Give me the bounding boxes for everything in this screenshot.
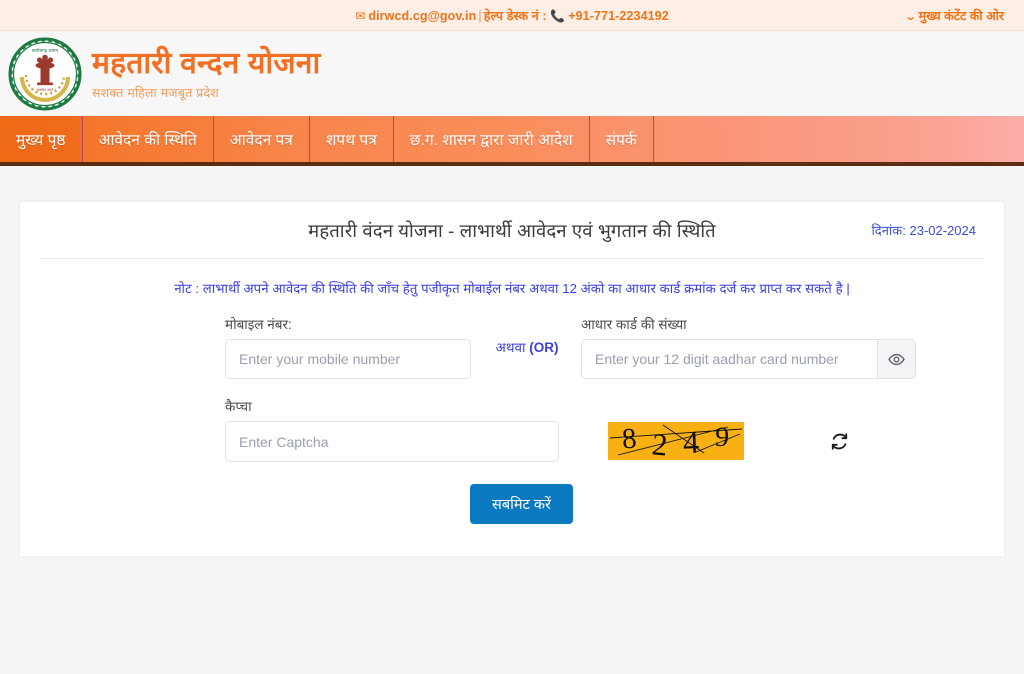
aadhar-field-group: आधार कार्ड की संख्या [581, 315, 916, 379]
nav-item-home[interactable]: मुख्य पृष्ठ [0, 116, 83, 162]
refresh-icon[interactable] [830, 432, 849, 451]
aadhar-number-input[interactable] [581, 339, 877, 379]
form-row-identity: मोबाइल नंबर: अथवा (OR) आधार कार्ड की संख… [225, 315, 976, 379]
contact-info: ✉ dirwcd.cg@gov.in | हेल्प डेस्क नं : 📞 +91-… [0, 7, 1024, 24]
nav-label: संपर्क [605, 132, 637, 149]
captcha-image: 8 2 4 9 [608, 422, 744, 460]
nav-label: आवेदन पत्र [229, 132, 293, 149]
mobile-number-input[interactable] [225, 339, 471, 379]
aadhar-input-group [581, 339, 916, 379]
chevron-down-icon: ⌄ [904, 10, 918, 23]
nav-item-application-status[interactable]: आवेदन की स्थिति [83, 116, 214, 162]
or-separator: अथवा (OR) [473, 315, 581, 357]
phone-icon: 📞 [550, 8, 566, 23]
nav-label: आवेदन की स्थिति [98, 132, 197, 149]
site-tagline: सशक्त महिला मजबूत प्रदेश [92, 85, 219, 100]
captcha-field-group: कैप्चा [225, 397, 561, 462]
instruction-note: नोट : लाभार्थी अपने आवेदन की स्थिति की ज… [174, 281, 850, 296]
status-lookup-form: मोबाइल नंबर: अथवा (OR) आधार कार्ड की संख… [48, 301, 976, 524]
svg-text:छत्तीसगढ़ शासन: छत्तीसगढ़ शासन [32, 48, 59, 54]
nav-filler [654, 116, 1024, 162]
card-header: महतारी वंदन योजना - लाभार्थी आवेदन एवं भ… [48, 202, 976, 258]
brand-block: महतारी वन्दन योजना सशक्त महिला मजबूत प्र… [92, 47, 320, 101]
aadhar-number-label: आधार कार्ड की संख्या [581, 317, 687, 332]
site-masthead: छत्तीसगढ़ शासन सत्यमेव जयते महतारी वन्दन… [0, 31, 1024, 116]
nav-item-affidavit[interactable]: शपथ पत्र [310, 116, 394, 162]
helpdesk-label: हेल्प डेस्क नं : [483, 8, 547, 23]
page-body: महतारी वंदन योजना - लाभार्थी आवेदन एवं भ… [0, 166, 1024, 556]
nav-label: छ.ग. शासन द्वारा जारी आदेश [409, 132, 573, 149]
main-navigation: मुख्य पृष्ठ आवेदन की स्थिति आवेदन पत्र श… [0, 116, 1024, 166]
captcha-noise-lines [609, 424, 743, 456]
current-date: दिनांक: 23-02-2024 [871, 223, 976, 238]
status-lookup-card: महतारी वंदन योजना - लाभार्थी आवेदन एवं भ… [20, 202, 1004, 556]
captcha-input[interactable] [225, 421, 559, 462]
mail-icon: ✉ [355, 8, 366, 23]
chhattisgarh-government-emblem-icon: छत्तीसगढ़ शासन सत्यमेव जयते [8, 37, 82, 111]
skip-link-label: मुख्य कंटेंट की ओर [918, 8, 1004, 23]
or-label-english: (OR) [529, 340, 559, 355]
mobile-field-group: मोबाइल नंबर: [225, 315, 473, 379]
submit-button[interactable]: सबमिट करें [470, 484, 573, 524]
eye-icon[interactable] [877, 339, 916, 379]
submit-row: सबमिट करें [225, 484, 976, 524]
captcha-challenge-zone: 8 2 4 9 [608, 397, 849, 460]
phone-link[interactable]: +91-771-2234192 [568, 9, 669, 23]
mobile-number-label: मोबाइल नंबर: [225, 317, 292, 332]
captcha-label: कैप्चा [225, 399, 252, 414]
nav-item-application-form[interactable]: आवेदन पत्र [214, 116, 310, 162]
nav-item-contact[interactable]: संपर्क [590, 116, 654, 162]
nav-label: मुख्य पृष्ठ [16, 132, 66, 149]
skip-to-main-content-link[interactable]: ⌄मुख्य कंटेंट की ओर [904, 7, 1004, 24]
nav-item-government-orders[interactable]: छ.ग. शासन द्वारा जारी आदेश [394, 116, 590, 162]
contact-separator: | [478, 8, 482, 23]
form-row-captcha: कैप्चा 8 2 4 9 [225, 397, 976, 462]
page-title: महतारी वंदन योजना - लाभार्थी आवेदन एवं भ… [308, 219, 716, 241]
nav-label: शपथ पत्र [325, 132, 377, 149]
email-link[interactable]: dirwcd.cg@gov.in [368, 9, 476, 23]
or-label: अथवा (OR) [496, 340, 559, 355]
svg-text:सत्यमेव जयते: सत्यमेव जयते [37, 87, 54, 92]
top-contact-bar: ✉ dirwcd.cg@gov.in | हेल्प डेस्क नं : 📞 +91-… [0, 0, 1024, 31]
or-label-hindi: अथवा [495, 340, 530, 355]
site-title: महतारी वन्दन योजना [92, 46, 321, 80]
